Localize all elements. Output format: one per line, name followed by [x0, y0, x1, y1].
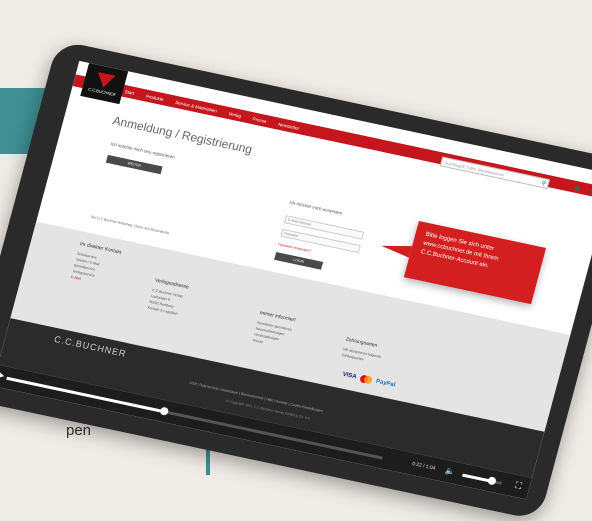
logo-triangle-icon	[94, 71, 116, 89]
visa-logo-icon: VISA	[341, 371, 358, 381]
account-icon[interactable]: ☻	[571, 182, 583, 195]
volume-icon[interactable]: 🔈	[444, 466, 456, 477]
tablet-device: Start Produkte Service & Materialien Ver…	[0, 0, 592, 521]
cart-icon[interactable]: ▣	[588, 186, 592, 198]
nav-item-presse[interactable]: Presse	[252, 116, 267, 124]
time-display: 0:22 / 1:04	[411, 460, 436, 472]
fullscreen-icon[interactable]: ⛶	[514, 480, 523, 492]
callout-text: Bitte loggen Sie sich unter www.ccbuchne…	[420, 231, 500, 270]
login-button[interactable]: LOGIN	[274, 251, 324, 270]
header-icons: ☻ ▣	[571, 182, 592, 198]
nav-item-newsletter[interactable]: Newsletter	[278, 121, 300, 130]
nav-item-start[interactable]: Start	[124, 89, 135, 96]
forgot-password-link[interactable]: Passwort vergessen?	[278, 242, 312, 253]
nav-item-produkte[interactable]: Produkte	[145, 93, 164, 102]
site-logo[interactable]: C.C.BUCHNER	[80, 62, 129, 105]
login-text: Ich möchte mich anmelden	[288, 199, 343, 216]
search-icon[interactable]: ⚲	[540, 180, 547, 190]
progress-handle[interactable]	[159, 406, 170, 416]
login-hint-callout: Bitte loggen Sie sich unter www.ccbuchne…	[379, 220, 547, 305]
nav-item-service[interactable]: Service & Materialien	[175, 99, 218, 113]
volume-slider[interactable]	[462, 473, 502, 486]
volume-handle[interactable]	[487, 476, 497, 486]
register-button[interactable]: WEITER	[105, 154, 163, 175]
callout-arrow	[379, 239, 413, 258]
tablet-frame: Start Produkte Service & Materialien Ver…	[0, 40, 592, 521]
tablet-screen: Start Produkte Service & Materialien Ver…	[0, 60, 592, 500]
play-icon[interactable]	[0, 370, 6, 381]
info-note: Bei C.C.Buchner-Webshop: Daten des Waren…	[90, 214, 170, 236]
nav-item-verlag[interactable]: Verlag	[228, 111, 242, 118]
